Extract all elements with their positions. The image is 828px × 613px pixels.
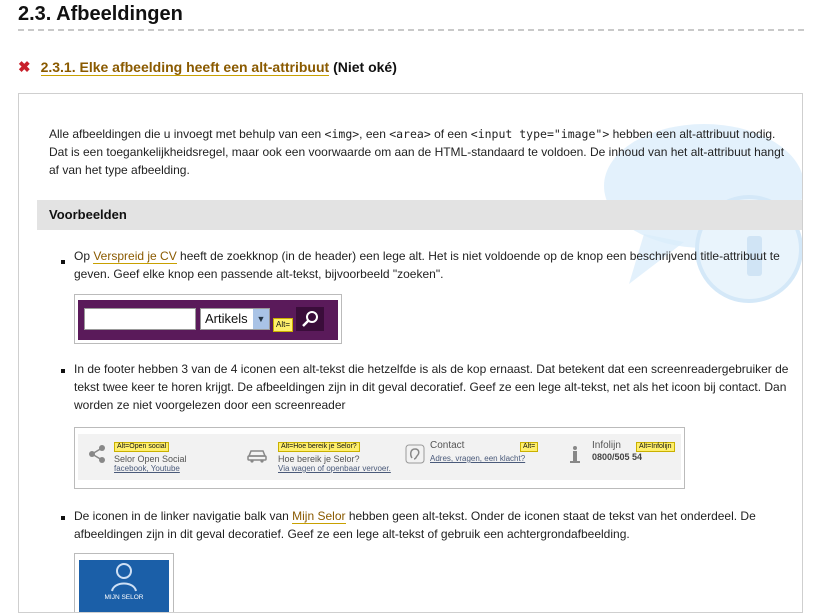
car-icon	[247, 450, 267, 463]
link-mijn-selor[interactable]: Mijn Selor	[292, 509, 346, 524]
examples-bar: Voorbeelden	[37, 200, 802, 230]
alt-tag: Alt=Infolijn	[636, 442, 675, 452]
title-divider	[18, 29, 804, 31]
code-img: <img>	[324, 127, 360, 141]
section-status: (Niet oké)	[333, 59, 397, 75]
fail-cross-icon: ✖	[18, 59, 31, 76]
intro-text-part: Alle afbeeldingen die u invoegt met behu…	[49, 127, 325, 141]
example-text-part: De iconen in de linker navigatie balk va…	[74, 509, 293, 523]
footer-tile-infolijn: Infolijn 0800/505 54 Alt=Infolijn	[556, 434, 681, 480]
category-select: Artikels ▼	[200, 308, 270, 330]
section-heading: ✖ 2.3.1. Elke afbeelding heeft een alt-at…	[18, 58, 397, 76]
intro-text-part: of een	[430, 127, 471, 141]
footer-tile-title: Contact	[430, 440, 465, 451]
footer-tile-link: Via wagen of openbaar vervoer.	[278, 464, 391, 473]
search-bar-background: Artikels ▼ Alt=	[78, 300, 338, 340]
intro-text-part: , een	[359, 127, 390, 141]
chevron-down-icon: ▼	[253, 309, 269, 329]
footer-tile-title: Selor Open Social	[114, 454, 187, 464]
page-title: 2.3. Afbeeldingen	[18, 3, 183, 25]
example-1-text: Op Verspreid je CV heeft de zoekknop (in…	[74, 247, 789, 283]
intro-text: Alle afbeeldingen die u invoegt met behu…	[49, 125, 789, 179]
mijn-selor-label: MIJN SELOR	[104, 594, 144, 601]
alt-tag: Alt=Open social	[114, 442, 170, 452]
search-icon	[296, 307, 324, 331]
example-3-text: De iconen in de linker navigatie balk va…	[74, 507, 789, 543]
examples-heading: Voorbeelden	[49, 207, 127, 222]
footer-band: Alt=Open social Selor Open Social facebo…	[78, 434, 681, 480]
alt-tag: Alt=	[520, 442, 539, 452]
footer-tile-phone: 0800/505 54	[592, 452, 643, 462]
content-panel: Alle afbeeldingen die u invoegt met behu…	[18, 93, 803, 613]
user-icon	[111, 563, 137, 592]
code-input-image: <input type="image">	[470, 127, 610, 141]
example-text-part: heeft de zoekknop (in de header) een leg…	[74, 249, 780, 281]
alt-tag: Alt=Hoe bereik je Selor?	[278, 442, 360, 452]
footer-tile-social: Alt=Open social Selor Open Social facebo…	[78, 434, 228, 480]
search-bar-screenshot: Artikels ▼ Alt=	[74, 294, 342, 344]
footer-tile-route: Alt=Hoe bereik je Selor? Hoe bereik je S…	[238, 434, 393, 480]
mijn-selor-screenshot: MIJN SELOR	[74, 553, 174, 612]
example-2-text: In de footer hebben 3 van de 4 iconen ee…	[74, 360, 789, 414]
footer-tile-link: Adres, vragen, een klacht?	[430, 454, 526, 463]
ear-icon	[405, 444, 425, 464]
bullet-marker	[61, 369, 65, 373]
mijn-selor-tile: MIJN SELOR	[79, 560, 169, 612]
footer-tile-title: Hoe bereik je Selor?	[278, 454, 360, 464]
footer-tile-title: Infolijn	[592, 440, 621, 451]
footer-tile-link: facebook, Youtube	[114, 464, 180, 473]
alt-tag: Alt=	[273, 318, 294, 332]
share-icon	[89, 445, 105, 463]
example-text-part: In de footer hebben 3 van de 4 iconen ee…	[74, 362, 789, 412]
section-link[interactable]: 2.3.1. Elke afbeelding heeft een alt-att…	[40, 59, 330, 76]
code-area: <area>	[389, 127, 431, 141]
footer-icons-screenshot: Alt=Open social Selor Open Social facebo…	[74, 427, 685, 489]
link-verspreid-je-cv[interactable]: Verspreid je CV	[93, 249, 177, 264]
info-icon	[570, 446, 580, 463]
bullet-marker	[61, 516, 65, 520]
example-text-part: Op	[74, 249, 94, 263]
category-select-value: Artikels	[205, 311, 248, 326]
bullet-marker	[61, 260, 65, 264]
search-field	[84, 308, 196, 330]
footer-tile-contact: Alt= Contact Adres, vragen, een klacht?	[396, 434, 551, 480]
